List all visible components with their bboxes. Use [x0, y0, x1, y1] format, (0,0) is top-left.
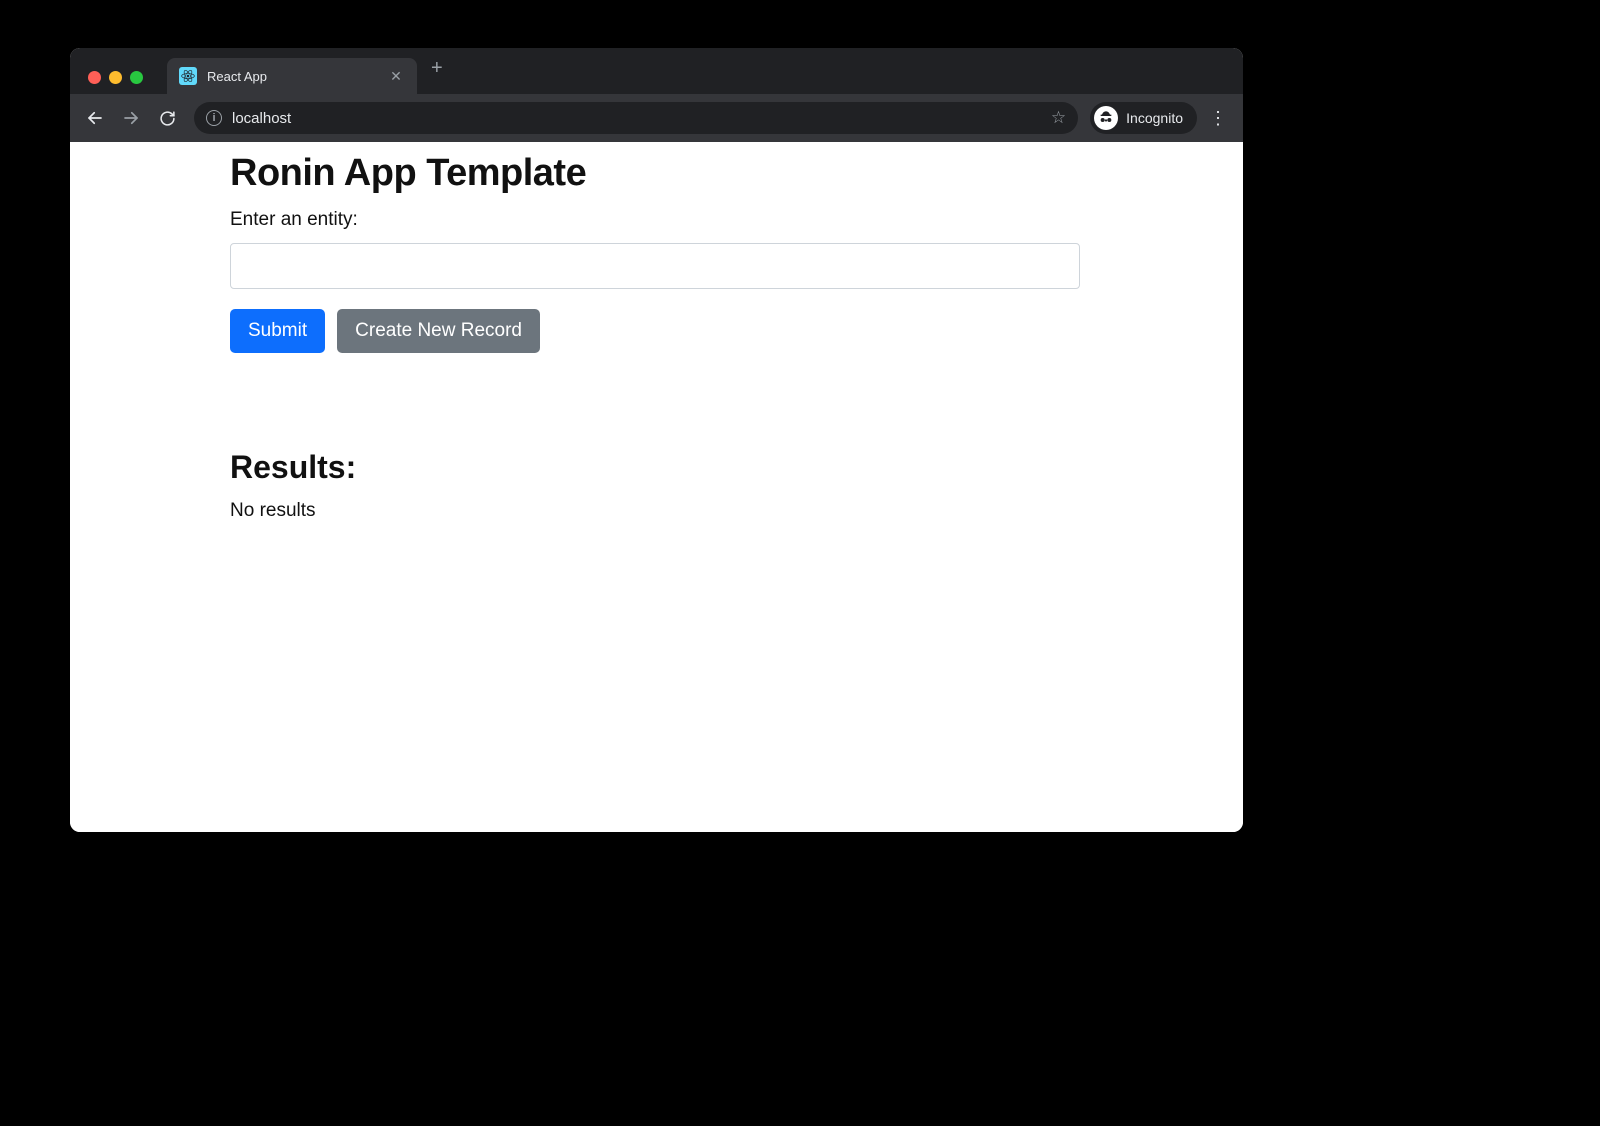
submit-button[interactable]: Submit: [230, 309, 325, 353]
tab-strip: React App ✕ +: [70, 48, 1243, 94]
maximize-window-button[interactable]: [130, 71, 143, 84]
react-favicon-icon: [179, 67, 197, 85]
forward-button[interactable]: [116, 103, 146, 133]
incognito-icon: [1094, 106, 1118, 130]
results-heading: Results:: [230, 449, 1080, 486]
site-info-icon[interactable]: i: [206, 110, 222, 126]
reload-button[interactable]: [152, 103, 182, 133]
url-text: localhost: [232, 110, 1041, 127]
browser-window: React App ✕ + i localhost ☆: [70, 48, 1243, 832]
page-viewport: Ronin App Template Enter an entity: Subm…: [70, 142, 1243, 832]
minimize-window-button[interactable]: [109, 71, 122, 84]
entity-label: Enter an entity:: [230, 209, 1080, 231]
browser-chrome: React App ✕ + i localhost ☆: [70, 48, 1243, 142]
window-controls: [84, 71, 149, 94]
incognito-label: Incognito: [1126, 110, 1183, 126]
incognito-indicator[interactable]: Incognito: [1090, 102, 1197, 134]
close-window-button[interactable]: [88, 71, 101, 84]
button-row: Submit Create New Record: [230, 309, 1080, 353]
create-new-record-button[interactable]: Create New Record: [337, 309, 540, 353]
browser-menu-button[interactable]: ⋮: [1203, 108, 1233, 129]
browser-tab[interactable]: React App ✕: [167, 58, 417, 94]
new-tab-button[interactable]: +: [417, 57, 457, 86]
browser-toolbar: i localhost ☆ Incognito ⋮: [70, 94, 1243, 142]
bookmark-star-icon[interactable]: ☆: [1051, 108, 1066, 128]
address-bar[interactable]: i localhost ☆: [194, 102, 1078, 134]
tab-title: React App: [207, 69, 377, 84]
page-container: Ronin App Template Enter an entity: Subm…: [230, 142, 1080, 522]
results-body: No results: [230, 500, 1080, 522]
close-tab-button[interactable]: ✕: [387, 68, 405, 85]
page-title: Ronin App Template: [230, 152, 1080, 195]
back-button[interactable]: [80, 103, 110, 133]
entity-input[interactable]: [230, 243, 1080, 289]
